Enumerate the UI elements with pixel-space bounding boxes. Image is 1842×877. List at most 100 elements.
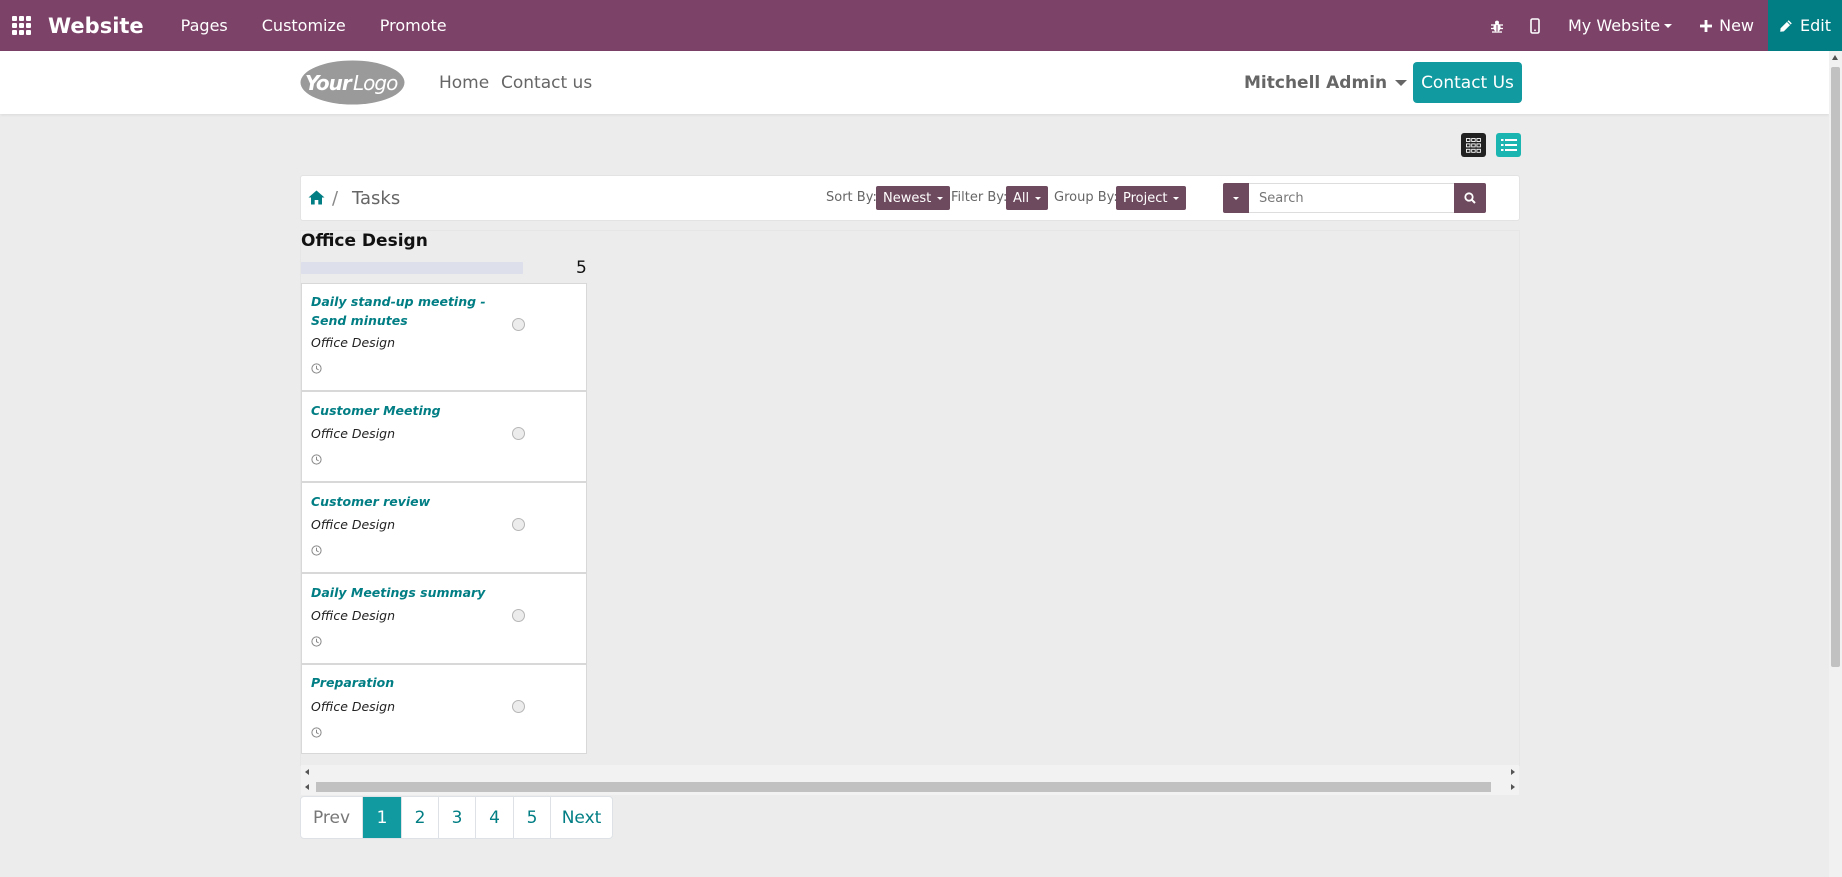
scroll-left-arrow-icon[interactable] bbox=[305, 769, 309, 775]
sort-dropdown[interactable]: Newest bbox=[876, 186, 951, 210]
page-scrollbar[interactable] bbox=[1829, 51, 1842, 877]
task-project: Office Design bbox=[311, 517, 396, 532]
nav-contact-us[interactable]: Contact us bbox=[501, 51, 592, 114]
filter-dropdown[interactable]: All bbox=[1006, 186, 1049, 210]
filter-label: Filter By: bbox=[951, 190, 1008, 205]
list-view-button[interactable] bbox=[1496, 133, 1521, 157]
pager-page-1[interactable]: 1 bbox=[362, 797, 401, 838]
bug-icon bbox=[1490, 20, 1503, 33]
chevron-down-icon bbox=[1173, 196, 1180, 200]
my-website-dropdown[interactable]: My Website bbox=[1554, 16, 1686, 35]
scroll-thumb[interactable] bbox=[316, 782, 1491, 792]
my-website-label: My Website bbox=[1567, 16, 1661, 35]
sort-label: Sort By: bbox=[826, 190, 877, 205]
menu-customize[interactable]: Customize bbox=[245, 0, 363, 51]
user-name: Mitchell Admin bbox=[1244, 72, 1388, 93]
task-card[interactable]: Customer Meeting Office Design bbox=[301, 391, 587, 482]
task-card[interactable]: Preparation Office Design bbox=[301, 664, 587, 754]
grid-view-button[interactable] bbox=[1461, 133, 1486, 157]
sort-value: Newest bbox=[883, 190, 932, 206]
svg-text:Your: Your bbox=[305, 71, 353, 95]
pager-page-5[interactable]: 5 bbox=[513, 797, 550, 838]
plus-icon bbox=[1700, 19, 1713, 32]
task-status-indicator[interactable] bbox=[512, 609, 525, 622]
clock-icon bbox=[311, 727, 322, 738]
task-card[interactable]: Daily stand-up meeting - Send minutes Of… bbox=[301, 283, 587, 391]
chevron-down-icon bbox=[1035, 196, 1042, 200]
clock-icon bbox=[311, 545, 322, 556]
new-label: New bbox=[1719, 16, 1754, 35]
kanban-horizontal-scrollbar[interactable] bbox=[301, 765, 1519, 795]
kanban-column-count: 5 bbox=[576, 258, 587, 278]
logo-icon: Your Logo bbox=[300, 60, 405, 105]
mobile-icon bbox=[1530, 17, 1540, 34]
scroll-right-arrow-icon[interactable] bbox=[1511, 769, 1515, 775]
apps-grid-icon bbox=[11, 16, 31, 35]
group-value: Project bbox=[1123, 190, 1168, 206]
task-status-indicator[interactable] bbox=[512, 700, 525, 713]
task-project: Office Design bbox=[311, 426, 396, 441]
task-title[interactable]: Daily stand-up meeting - Send minutes bbox=[311, 292, 496, 330]
chevron-down-icon bbox=[1664, 23, 1673, 28]
mobile-preview-button[interactable] bbox=[1516, 0, 1554, 51]
search-icon bbox=[1464, 192, 1476, 204]
search-options-dropdown[interactable] bbox=[1223, 183, 1249, 213]
portal-searchbar: / Tasks Sort By: Newest Filter By: All G… bbox=[300, 175, 1520, 221]
list-view-icon bbox=[1500, 139, 1517, 151]
kanban-column-title: Office Design bbox=[301, 231, 428, 251]
pager-page-4[interactable]: 4 bbox=[475, 797, 513, 838]
task-status-indicator[interactable] bbox=[512, 318, 525, 331]
clock-icon bbox=[311, 454, 322, 465]
menu-promote[interactable]: Promote bbox=[363, 0, 464, 51]
breadcrumb-current: Tasks bbox=[352, 188, 401, 209]
site-header: Your Logo Home Contact us Mitchell Admin… bbox=[0, 51, 1829, 114]
task-project: Office Design bbox=[311, 699, 396, 714]
task-status-indicator[interactable] bbox=[512, 427, 525, 440]
website-admin-navbar: Website Pages Customize Promote My Websi… bbox=[0, 0, 1842, 51]
user-menu[interactable]: Mitchell Admin bbox=[1244, 51, 1408, 114]
pagination: Prev 1 2 3 4 5 Next bbox=[300, 796, 613, 839]
task-project: Office Design bbox=[311, 608, 396, 623]
menu-pages[interactable]: Pages bbox=[164, 0, 245, 51]
pencil-icon bbox=[1780, 19, 1792, 32]
breadcrumb-separator: / bbox=[332, 188, 339, 209]
pager-page-3[interactable]: 3 bbox=[438, 797, 475, 838]
home-icon bbox=[308, 190, 325, 205]
group-dropdown[interactable]: Project bbox=[1116, 186, 1187, 210]
task-card[interactable]: Customer review Office Design bbox=[301, 482, 587, 573]
kanban-column-progress bbox=[301, 262, 523, 274]
scroll-right-arrow-icon[interactable] bbox=[1511, 784, 1515, 790]
search-button[interactable] bbox=[1454, 183, 1486, 213]
debug-button[interactable] bbox=[1478, 0, 1516, 51]
filter-value: All bbox=[1013, 190, 1030, 206]
task-title[interactable]: Preparation bbox=[311, 673, 496, 692]
clock-icon bbox=[311, 363, 322, 374]
task-card[interactable]: Daily Meetings summary Office Design bbox=[301, 573, 587, 664]
site-logo[interactable]: Your Logo bbox=[300, 60, 405, 105]
scroll-up-arrow-icon[interactable] bbox=[1832, 55, 1838, 60]
clock-icon bbox=[311, 636, 322, 647]
svg-text:Logo: Logo bbox=[353, 71, 398, 95]
contact-us-button[interactable]: Contact Us bbox=[1413, 62, 1522, 103]
nav-home[interactable]: Home bbox=[439, 51, 489, 114]
group-label: Group By: bbox=[1054, 190, 1118, 205]
chevron-down-icon bbox=[937, 196, 944, 200]
task-status-indicator[interactable] bbox=[512, 518, 525, 531]
breadcrumb-home[interactable] bbox=[308, 190, 325, 209]
task-project: Office Design bbox=[311, 335, 396, 350]
task-title[interactable]: Customer review bbox=[311, 492, 496, 511]
pager-page-2[interactable]: 2 bbox=[401, 797, 438, 838]
scroll-left-arrow-icon[interactable] bbox=[305, 784, 309, 790]
edit-button[interactable]: Edit bbox=[1768, 0, 1842, 51]
edit-label: Edit bbox=[1800, 16, 1831, 35]
task-title[interactable]: Daily Meetings summary bbox=[311, 583, 496, 602]
app-brand[interactable]: Website bbox=[48, 14, 144, 38]
pager-next[interactable]: Next bbox=[550, 797, 612, 838]
task-title[interactable]: Customer Meeting bbox=[311, 401, 496, 420]
grid-view-icon bbox=[1466, 137, 1481, 153]
search-input[interactable] bbox=[1249, 183, 1454, 213]
scroll-thumb[interactable] bbox=[1831, 67, 1840, 667]
pager-prev[interactable]: Prev bbox=[301, 797, 362, 838]
new-content-button[interactable]: New bbox=[1686, 16, 1768, 35]
apps-menu-button[interactable] bbox=[0, 0, 42, 51]
